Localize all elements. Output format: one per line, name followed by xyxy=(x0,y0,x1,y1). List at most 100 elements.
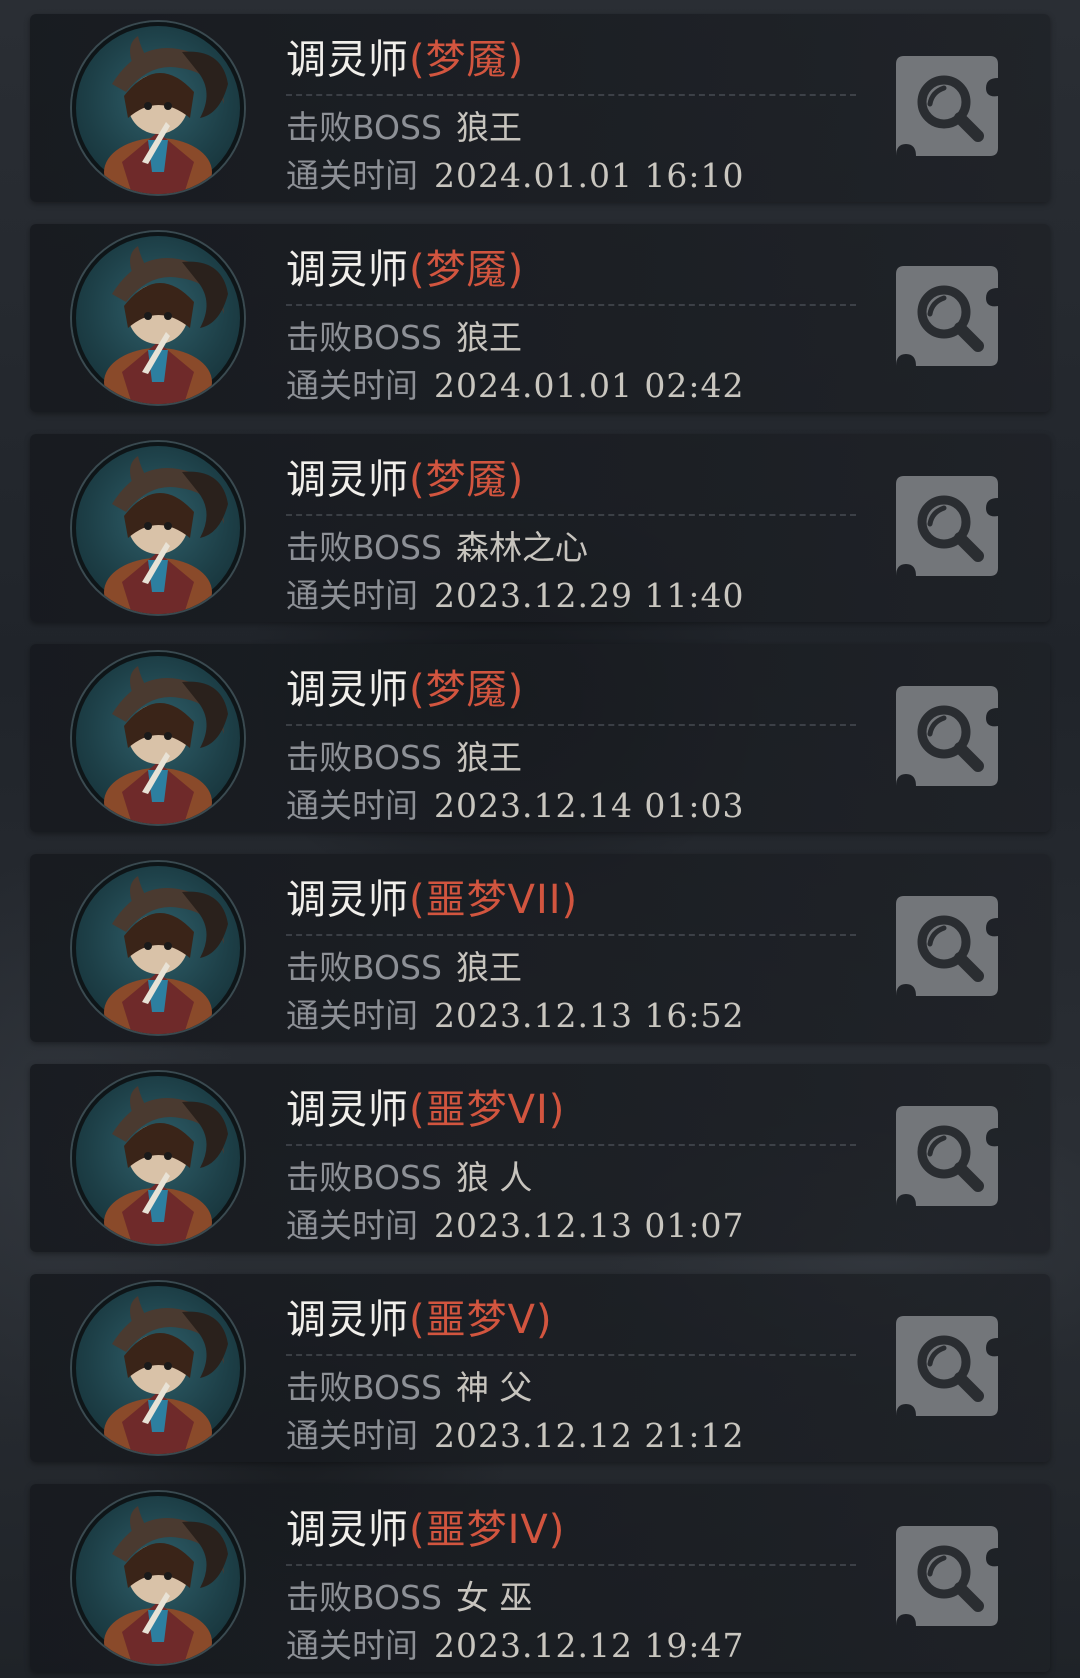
time-label: 通关时间 xyxy=(286,1626,418,1665)
difficulty-label: (噩梦V) xyxy=(409,1297,553,1343)
divider xyxy=(286,514,856,516)
magnifier-icon xyxy=(896,266,998,366)
magnifier-icon xyxy=(896,56,998,156)
character-portrait-icon xyxy=(72,1282,244,1454)
boss-name: 狼王 xyxy=(455,318,522,357)
time-label: 通关时间 xyxy=(286,576,418,615)
record-title: 调灵师(噩梦V) xyxy=(286,1296,553,1344)
character-portrait-icon xyxy=(72,862,244,1034)
view-record-button[interactable] xyxy=(886,468,1006,584)
boss-label: 击败BOSS xyxy=(286,528,442,567)
record-title: 调灵师(梦魇) xyxy=(286,246,524,294)
boss-label: 击败BOSS xyxy=(286,318,442,357)
boss-label: 击败BOSS xyxy=(286,1578,442,1617)
record-title: 调灵师(梦魇) xyxy=(286,456,524,504)
record-title: 调灵师(梦魇) xyxy=(286,666,524,714)
view-record-button[interactable] xyxy=(886,48,1006,164)
record-row: 调灵师(梦魇) 击败BOSS 森林之心 通关时间 2023.12.29 11:40 xyxy=(30,434,1050,622)
divider xyxy=(286,934,856,936)
clear-time: 2023.12.13 16:52 xyxy=(434,996,745,1035)
time-line: 通关时间 2023.12.13 16:52 xyxy=(286,996,745,1036)
record-row: 调灵师(梦魇) 击败BOSS 狼王 通关时间 2024.01.01 02:42 xyxy=(30,224,1050,412)
boss-line: 击败BOSS 狼王 xyxy=(286,318,522,358)
boss-line: 击败BOSS 森林之心 xyxy=(286,528,588,568)
divider xyxy=(286,94,856,96)
record-row: 调灵师(噩梦VII) 击败BOSS 狼王 通关时间 2023.12.13 16:52 xyxy=(30,854,1050,1042)
record-title: 调灵师(噩梦VII) xyxy=(286,876,578,924)
boss-label: 击败BOSS xyxy=(286,948,442,987)
time-line: 通关时间 2024.01.01 02:42 xyxy=(286,366,745,406)
time-label: 通关时间 xyxy=(286,996,418,1035)
clear-time: 2023.12.12 21:12 xyxy=(434,1416,745,1455)
time-line: 通关时间 2023.12.13 01:07 xyxy=(286,1206,745,1246)
record-row: 调灵师(噩梦IV) 击败BOSS 女 巫 通关时间 2023.12.12 19:47 xyxy=(30,1484,1050,1672)
boss-label: 击败BOSS xyxy=(286,108,442,147)
boss-name: 森林之心 xyxy=(455,528,588,567)
difficulty-label: (梦魇) xyxy=(409,37,525,83)
difficulty-label: (梦魇) xyxy=(409,247,525,293)
view-record-button[interactable] xyxy=(886,1098,1006,1214)
character-name: 调灵师 xyxy=(286,667,409,713)
magnifier-icon xyxy=(896,1526,998,1626)
divider xyxy=(286,304,856,306)
boss-name: 狼王 xyxy=(455,738,522,777)
boss-name: 狼王 xyxy=(455,108,522,147)
boss-line: 击败BOSS 女 巫 xyxy=(286,1578,532,1618)
record-row: 调灵师(噩梦V) 击败BOSS 神 父 通关时间 2023.12.12 21:12 xyxy=(30,1274,1050,1462)
character-portrait-icon xyxy=(72,1492,244,1664)
character-portrait-icon xyxy=(72,652,244,824)
time-label: 通关时间 xyxy=(286,1416,418,1455)
difficulty-label: (噩梦VI) xyxy=(409,1087,566,1133)
magnifier-icon xyxy=(896,476,998,576)
boss-line: 击败BOSS 神 父 xyxy=(286,1368,532,1408)
character-name: 调灵师 xyxy=(286,37,409,83)
view-record-button[interactable] xyxy=(886,888,1006,1004)
character-name: 调灵师 xyxy=(286,1087,409,1133)
divider xyxy=(286,724,856,726)
time-line: 通关时间 2024.01.01 16:10 xyxy=(286,156,745,196)
difficulty-label: (噩梦IV) xyxy=(409,1507,566,1553)
view-record-button[interactable] xyxy=(886,678,1006,794)
boss-name: 狼王 xyxy=(455,948,522,987)
magnifier-icon xyxy=(896,896,998,996)
record-row: 调灵师(噩梦VI) 击败BOSS 狼 人 通关时间 2023.12.13 01:07 xyxy=(30,1064,1050,1252)
divider xyxy=(286,1564,856,1566)
boss-label: 击败BOSS xyxy=(286,1158,442,1197)
boss-name: 神 父 xyxy=(455,1368,533,1407)
magnifier-icon xyxy=(896,1316,998,1416)
boss-line: 击败BOSS 狼 人 xyxy=(286,1158,532,1198)
divider xyxy=(286,1354,856,1356)
record-title: 调灵师(噩梦IV) xyxy=(286,1506,565,1554)
character-name: 调灵师 xyxy=(286,1297,409,1343)
difficulty-label: (梦魇) xyxy=(409,667,525,713)
character-name: 调灵师 xyxy=(286,457,409,503)
clear-time: 2024.01.01 16:10 xyxy=(434,156,745,195)
clear-time: 2023.12.29 11:40 xyxy=(434,576,745,615)
magnifier-icon xyxy=(896,686,998,786)
boss-label: 击败BOSS xyxy=(286,1368,442,1407)
difficulty-label: (噩梦VII) xyxy=(409,877,579,923)
view-record-button[interactable] xyxy=(886,1518,1006,1634)
record-row: 调灵师(梦魇) 击败BOSS 狼王 通关时间 2023.12.14 01:03 xyxy=(30,644,1050,832)
character-name: 调灵师 xyxy=(286,1507,409,1553)
time-line: 通关时间 2023.12.12 19:47 xyxy=(286,1626,745,1666)
time-label: 通关时间 xyxy=(286,156,418,195)
time-label: 通关时间 xyxy=(286,786,418,825)
time-line: 通关时间 2023.12.12 21:12 xyxy=(286,1416,745,1456)
divider xyxy=(286,1144,856,1146)
character-name: 调灵师 xyxy=(286,247,409,293)
time-label: 通关时间 xyxy=(286,366,418,405)
record-row: 调灵师(梦魇) 击败BOSS 狼王 通关时间 2024.01.01 16:10 xyxy=(30,14,1050,202)
time-line: 通关时间 2023.12.14 01:03 xyxy=(286,786,745,826)
character-portrait-icon xyxy=(72,22,244,194)
view-record-button[interactable] xyxy=(886,258,1006,374)
magnifier-icon xyxy=(896,1106,998,1206)
boss-name: 女 巫 xyxy=(455,1578,533,1617)
view-record-button[interactable] xyxy=(886,1308,1006,1424)
boss-line: 击败BOSS 狼王 xyxy=(286,948,522,988)
character-portrait-icon xyxy=(72,232,244,404)
character-name: 调灵师 xyxy=(286,877,409,923)
record-title: 调灵师(噩梦VI) xyxy=(286,1086,565,1134)
boss-line: 击败BOSS 狼王 xyxy=(286,108,522,148)
character-portrait-icon xyxy=(72,442,244,614)
